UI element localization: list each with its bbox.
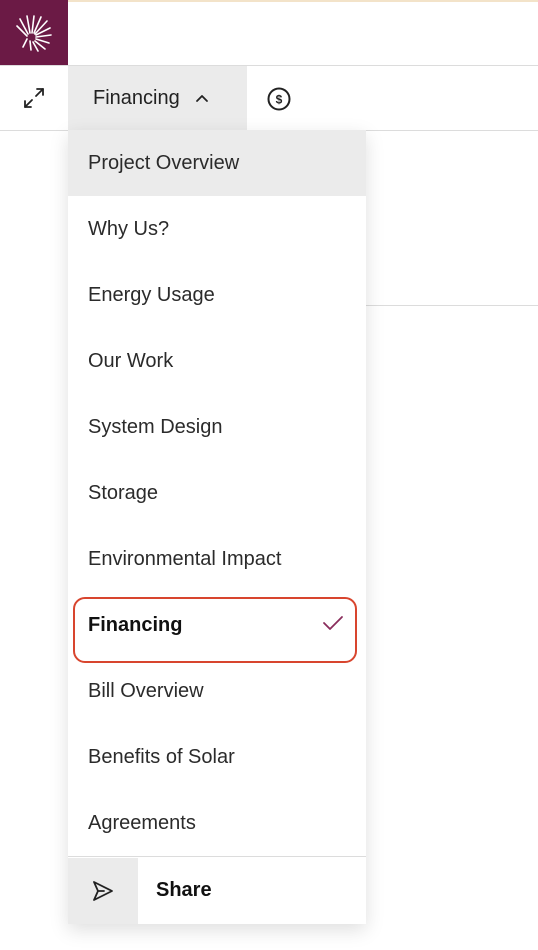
expand-button[interactable] <box>0 66 68 130</box>
menu-item-label: Storage <box>88 481 159 504</box>
menu-item-label: Environmental Impact <box>88 547 282 570</box>
chevron-up-icon <box>194 92 210 104</box>
brand-logo[interactable] <box>0 0 68 65</box>
menu-item-financing[interactable]: Financing <box>68 592 366 658</box>
checkmark-icon <box>322 615 344 631</box>
pricing-button[interactable]: $ <box>266 86 292 112</box>
send-icon <box>93 880 113 901</box>
menu-item-label: Agreements <box>88 811 196 834</box>
menu-item-label: Energy Usage <box>88 283 215 306</box>
menu-item-label: Our Work <box>88 349 174 372</box>
menu-item-project-overview[interactable]: Project Overview <box>68 130 366 196</box>
menu-item-benefits-of-solar[interactable]: Benefits of Solar <box>68 724 366 790</box>
menu-item-our-work[interactable]: Our Work <box>68 328 366 394</box>
menu-item-why-us[interactable]: Why Us? <box>68 196 366 262</box>
sunburst-logo-icon <box>16 14 52 52</box>
content-divider <box>366 305 538 306</box>
menu-item-energy-usage[interactable]: Energy Usage <box>68 262 366 328</box>
menu-item-storage[interactable]: Storage <box>68 460 366 526</box>
menu-item-label: Financing <box>88 613 183 636</box>
share-row: Share <box>68 856 366 924</box>
menu-item-agreements[interactable]: Agreements <box>68 790 366 856</box>
menu-item-system-design[interactable]: System Design <box>68 394 366 460</box>
menu-item-label: Benefits of Solar <box>88 745 235 768</box>
expand-arrows-icon <box>24 88 44 108</box>
share-button[interactable]: Share <box>156 879 212 902</box>
menu-item-label: Bill Overview <box>88 679 204 702</box>
menu-item-label: Why Us? <box>88 217 170 240</box>
share-icon-button[interactable] <box>68 857 138 924</box>
section-dropdown-label: Financing <box>93 86 180 109</box>
section-dropdown-menu: Project Overview Why Us? Energy Usage Ou… <box>68 130 366 924</box>
menu-item-environmental-impact[interactable]: Environmental Impact <box>68 526 366 592</box>
menu-item-bill-overview[interactable]: Bill Overview <box>68 658 366 724</box>
section-dropdown-button[interactable]: Financing <box>68 66 247 130</box>
menu-item-label: Project Overview <box>88 151 240 174</box>
dollar-circle-icon: $ <box>267 87 291 111</box>
svg-text:$: $ <box>276 93 283 107</box>
menu-item-label: System Design <box>88 415 223 438</box>
top-accent-line <box>0 0 538 2</box>
